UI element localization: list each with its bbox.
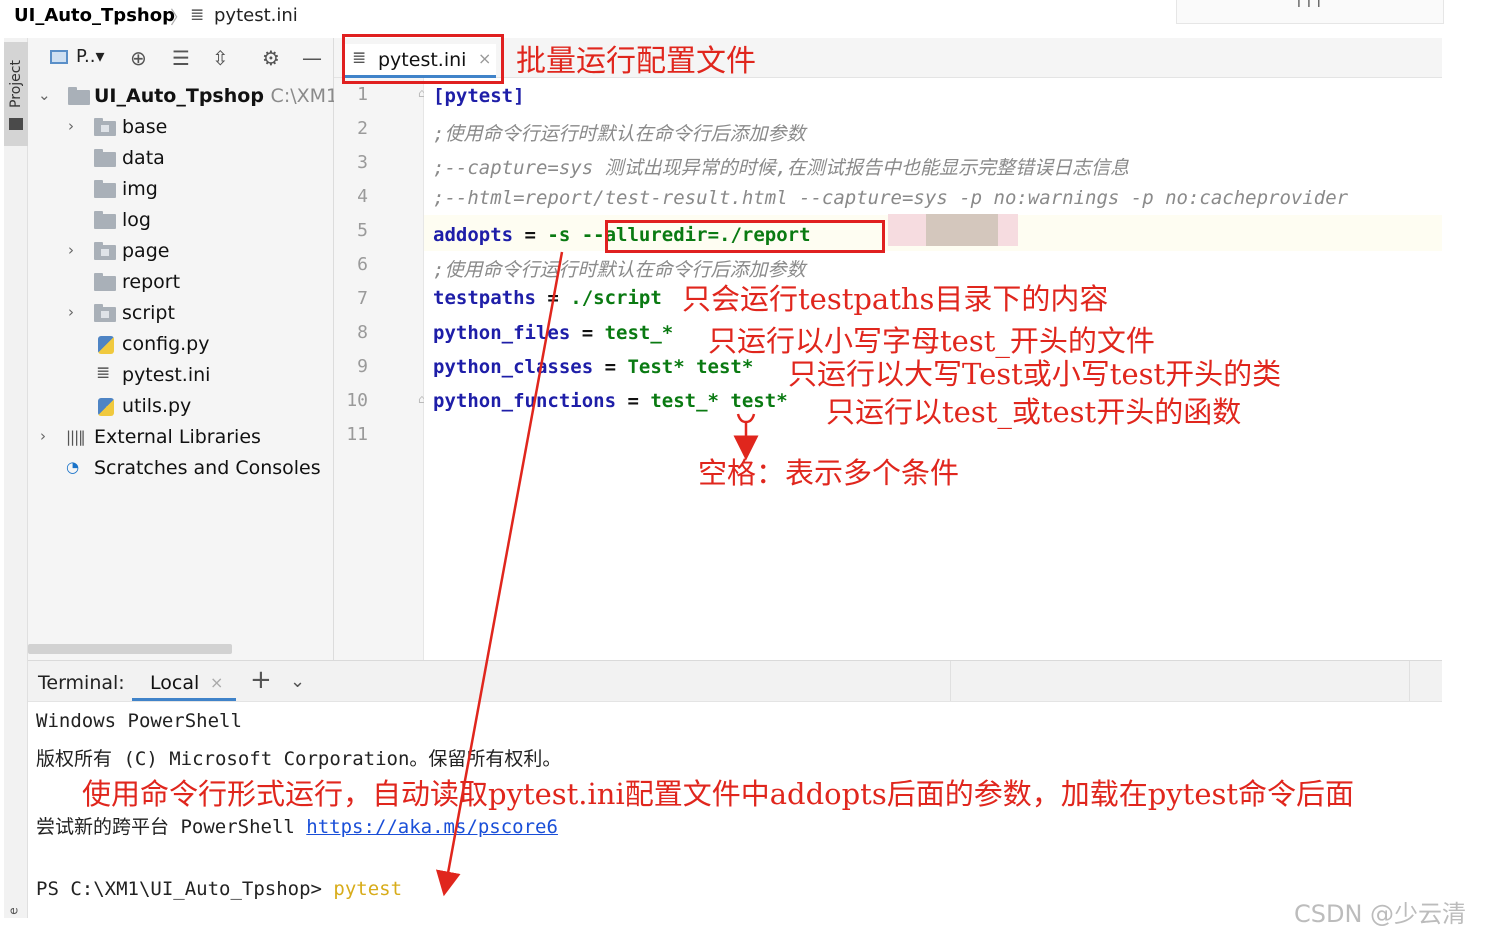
- brace-space: [736, 413, 756, 424]
- annotation-arrows: [435, 251, 759, 897]
- arrow-to-terminal: [435, 251, 564, 897]
- watermark: CSDN @少云清: [1294, 900, 1467, 928]
